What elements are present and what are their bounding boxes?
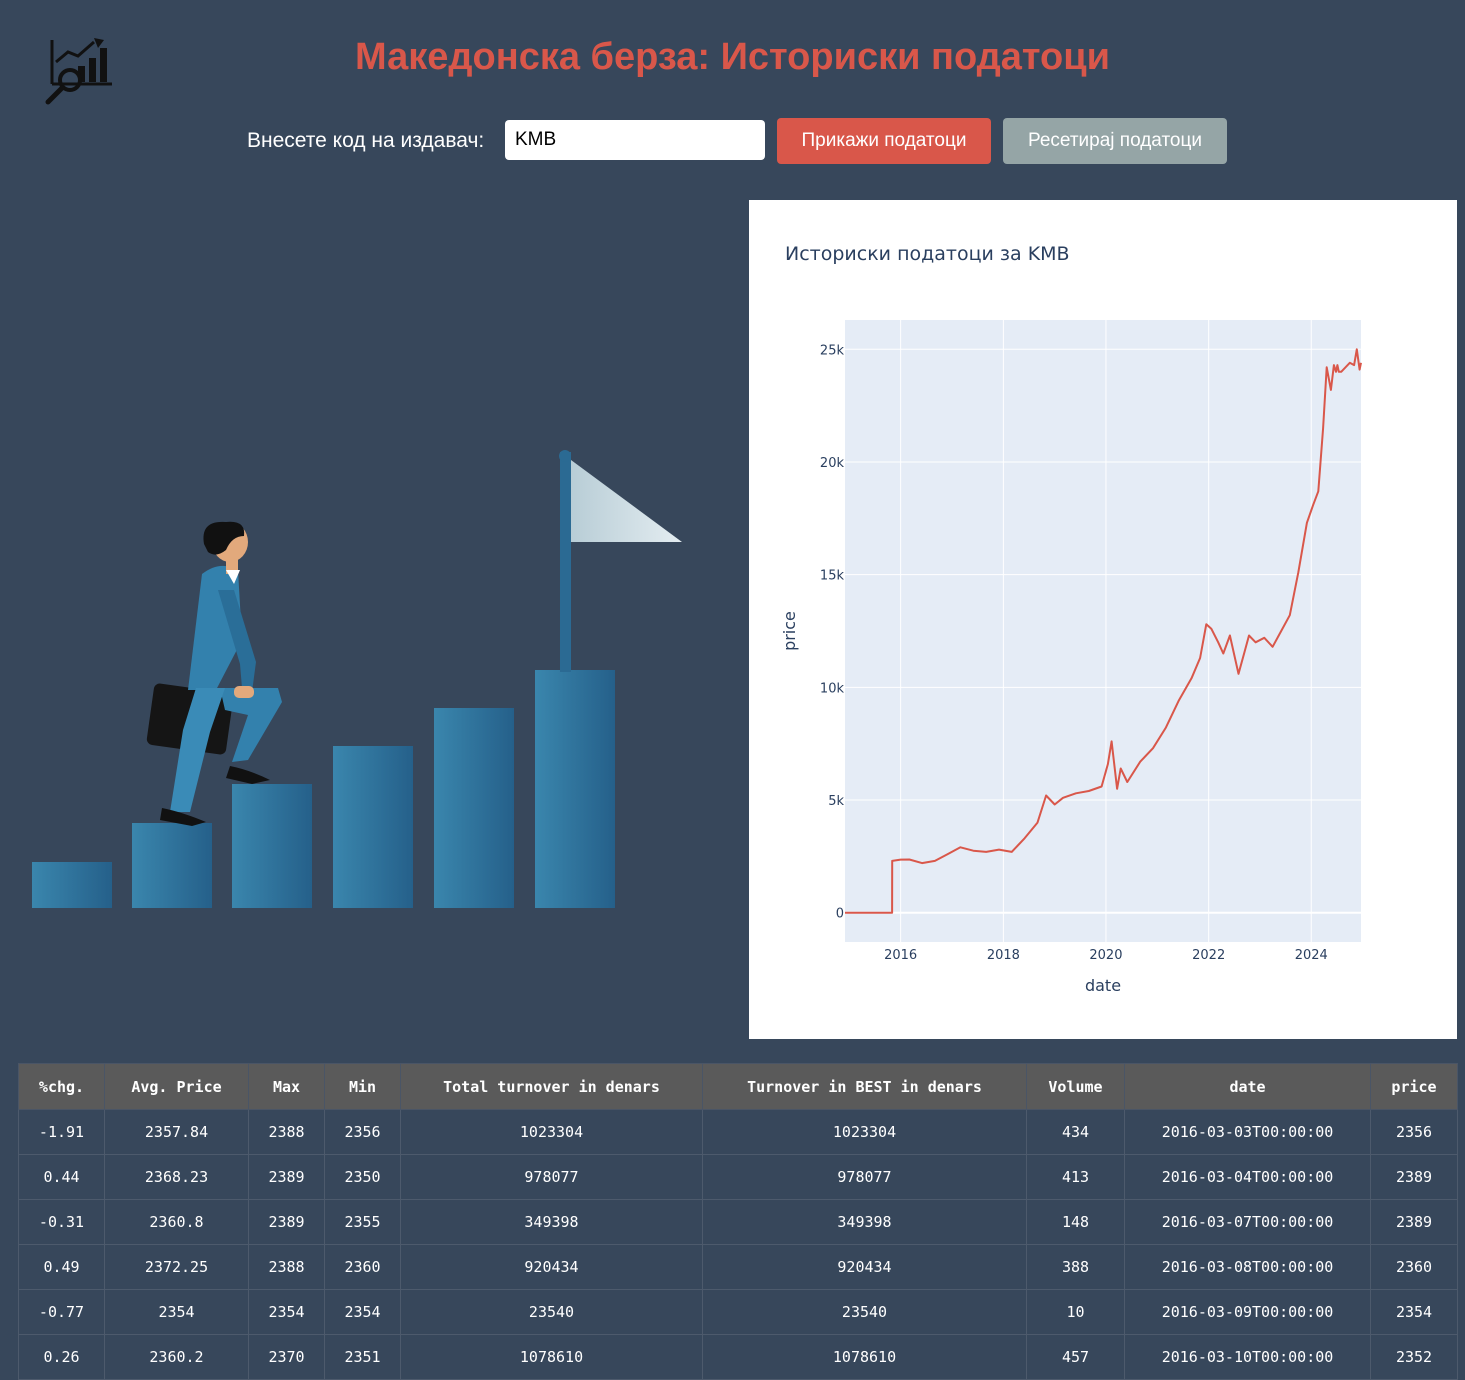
table-cell: 0.44	[18, 1154, 105, 1200]
table-cell: 0.26	[18, 1334, 105, 1380]
table-cell: 2389	[248, 1154, 325, 1200]
table-cell: 1078610	[400, 1334, 703, 1380]
table-cell: 23540	[400, 1289, 703, 1335]
y-tick-label: 10k	[820, 681, 845, 696]
table-cell: 457	[1026, 1334, 1125, 1380]
column-header[interactable]: date	[1124, 1063, 1371, 1110]
table-row: 0.49 2372.25 2388 2360 920434 920434 388 2016-0…	[18, 1244, 1458, 1290]
table-cell: 2016-03-07T00:00:00	[1124, 1199, 1371, 1245]
table-cell: 0.49	[18, 1244, 105, 1290]
table-row: -0.77 2354 2354 2354 23540 23540 10 2016-03-09T…	[18, 1289, 1458, 1335]
issuer-form: Внесете код на издавач: Прикажи податоци…	[0, 118, 1465, 164]
y-tick-label: 5k	[828, 794, 844, 809]
show-data-button[interactable]: Прикажи податоци	[777, 118, 991, 164]
table-cell: -1.91	[18, 1109, 105, 1155]
table-cell: 2351	[324, 1334, 401, 1380]
y-tick-label: 15k	[820, 569, 845, 584]
table-cell: 2356	[324, 1109, 401, 1155]
table-cell: 349398	[702, 1199, 1027, 1245]
column-header[interactable]: %chg.	[18, 1063, 105, 1110]
table-cell: 2357.84	[104, 1109, 249, 1155]
table-cell: 978077	[702, 1154, 1027, 1200]
table-cell: 2388	[248, 1109, 325, 1155]
table-cell: -0.31	[18, 1199, 105, 1245]
table-row: -1.91 2357.84 2388 2356 1023304 1023304 434 201…	[18, 1109, 1458, 1155]
column-header[interactable]: Avg. Price	[104, 1063, 249, 1110]
table-row: 0.44 2368.23 2389 2350 978077 978077 413 2016-0…	[18, 1154, 1458, 1200]
businessman-climbing-bars-illustration	[20, 440, 700, 920]
table-cell: 2354	[248, 1289, 325, 1335]
x-tick-label: 2018	[987, 948, 1020, 963]
column-header[interactable]: Turnover in BEST in denars	[702, 1063, 1027, 1110]
table-cell: 2360.8	[104, 1199, 249, 1245]
table-cell: 2372.25	[104, 1244, 249, 1290]
historical-data-table: %chg. Avg. Price Max Min Total turnover …	[18, 1063, 1458, 1380]
y-tick-label: 20k	[820, 456, 845, 471]
table-cell: 2354	[324, 1289, 401, 1335]
y-axis-ticks: 0 5k 10k 15k 20k 25k	[820, 343, 845, 921]
table-header-row: %chg. Avg. Price Max Min Total turnover …	[18, 1063, 1458, 1110]
price-chart-svg: Историски податоци за KMB 2016 2018 2020 20…	[780, 243, 1362, 995]
table-cell: 2352	[1370, 1334, 1458, 1380]
y-axis-label: price	[780, 611, 799, 651]
page-title: Македонска берза: Историски податоци	[355, 36, 1110, 78]
y-tick-label: 25k	[820, 343, 845, 358]
table-cell: 2016-03-10T00:00:00	[1124, 1334, 1371, 1380]
table-cell: 2016-03-08T00:00:00	[1124, 1244, 1371, 1290]
table-cell: 920434	[400, 1244, 703, 1290]
y-tick-label: 0	[836, 907, 844, 922]
column-header[interactable]: Total turnover in denars	[400, 1063, 703, 1110]
reset-data-button[interactable]: Ресетирај податоци	[1003, 118, 1227, 164]
issuer-code-label: Внесете код на издавач:	[247, 129, 485, 152]
x-tick-label: 2022	[1192, 948, 1225, 963]
table-cell: 2356	[1370, 1109, 1458, 1155]
chart-title: Историски податоци за KMB	[785, 243, 1070, 265]
table-cell: 2350	[324, 1154, 401, 1200]
table-cell: 10	[1026, 1289, 1125, 1335]
table-cell: 2354	[1370, 1289, 1458, 1335]
x-tick-label: 2016	[884, 948, 917, 963]
x-tick-label: 2024	[1295, 948, 1328, 963]
x-axis-label: date	[1085, 976, 1121, 995]
plot-area[interactable]	[845, 320, 1361, 942]
table-cell: 920434	[702, 1244, 1027, 1290]
table-cell: 1078610	[702, 1334, 1027, 1380]
table-cell: 1023304	[400, 1109, 703, 1155]
x-axis-ticks: 2016 2018 2020 2022 2024	[884, 948, 1328, 963]
table-cell: 2016-03-03T00:00:00	[1124, 1109, 1371, 1155]
x-tick-label: 2020	[1089, 948, 1122, 963]
table-cell: 2389	[248, 1199, 325, 1245]
price-history-chart[interactable]: Историски податоци за KMB 2016 2018 2020 20…	[749, 200, 1457, 1039]
table-cell: 23540	[702, 1289, 1027, 1335]
table-cell: 2016-03-04T00:00:00	[1124, 1154, 1371, 1200]
table-cell: 2370	[248, 1334, 325, 1380]
column-header[interactable]: Max	[248, 1063, 325, 1110]
table-cell: 148	[1026, 1199, 1125, 1245]
table-cell: 2368.23	[104, 1154, 249, 1200]
table-cell: 2389	[1370, 1199, 1458, 1245]
table-cell: 2360.2	[104, 1334, 249, 1380]
table-cell: 2389	[1370, 1154, 1458, 1200]
issuer-code-input[interactable]	[505, 120, 765, 160]
table-cell: 2354	[104, 1289, 249, 1335]
table-cell: 978077	[400, 1154, 703, 1200]
table-row: 0.26 2360.2 2370 2351 1078610 1078610 457 2016-…	[18, 1334, 1458, 1380]
table-cell: -0.77	[18, 1289, 105, 1335]
table-cell: 2360	[324, 1244, 401, 1290]
table-cell: 349398	[400, 1199, 703, 1245]
table-cell: 2388	[248, 1244, 325, 1290]
column-header[interactable]: Volume	[1026, 1063, 1125, 1110]
table-cell: 1023304	[702, 1109, 1027, 1155]
table-row: -0.31 2360.8 2389 2355 349398 349398 148 2016-0…	[18, 1199, 1458, 1245]
table-cell: 2355	[324, 1199, 401, 1245]
column-header[interactable]: Min	[324, 1063, 401, 1110]
table-cell: 413	[1026, 1154, 1125, 1200]
table-cell: 2016-03-09T00:00:00	[1124, 1289, 1371, 1335]
table-cell: 434	[1026, 1109, 1125, 1155]
table-cell: 2360	[1370, 1244, 1458, 1290]
table-cell: 388	[1026, 1244, 1125, 1290]
column-header[interactable]: price	[1370, 1063, 1458, 1110]
